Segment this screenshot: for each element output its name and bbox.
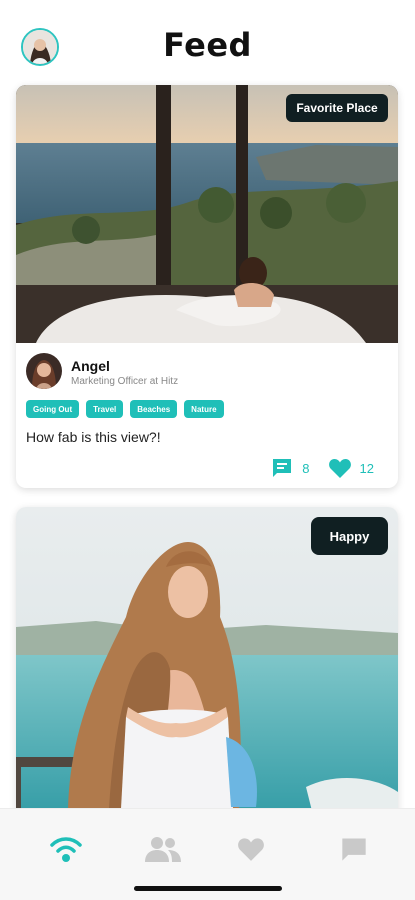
- author-avatar-icon: [26, 353, 62, 389]
- home-indicator[interactable]: [134, 886, 282, 891]
- post-image: [16, 507, 398, 827]
- chat-icon: [342, 838, 366, 861]
- heart-icon: [328, 459, 351, 478]
- post-badge: Favorite Place: [286, 94, 388, 122]
- bottom-nav: [0, 808, 415, 900]
- author-avatar[interactable]: [26, 353, 62, 389]
- post-stats: 8 12: [270, 455, 374, 481]
- like-button[interactable]: [328, 457, 352, 479]
- heart-icon: [238, 838, 264, 861]
- tag-chip[interactable]: Beaches: [130, 400, 178, 418]
- comment-button[interactable]: [270, 456, 294, 480]
- nav-messages[interactable]: [334, 833, 374, 865]
- post-photo[interactable]: Favorite Place: [16, 85, 398, 343]
- author-role: Marketing Officer at Hitz: [71, 376, 179, 387]
- tag-chip[interactable]: Travel: [86, 400, 124, 418]
- feed-icon: [50, 837, 82, 862]
- post-caption: How fab is this view?!: [26, 429, 161, 445]
- like-count: 12: [359, 460, 374, 476]
- nav-feed[interactable]: [46, 833, 86, 865]
- post-card[interactable]: Favorite Place Angel Marketing Officer a…: [16, 85, 398, 488]
- post-tags: Going Out Travel Beaches Nature: [26, 400, 224, 418]
- post-author[interactable]: Angel Marketing Officer at Hitz: [26, 353, 386, 393]
- post-badge: Happy: [311, 517, 388, 555]
- tag-chip[interactable]: Going Out: [26, 400, 80, 418]
- page-title: Feed: [163, 26, 252, 64]
- comment-count: 8: [302, 460, 310, 476]
- post-image: [16, 85, 398, 343]
- people-icon: [145, 837, 181, 862]
- nav-people[interactable]: [143, 833, 183, 865]
- author-name[interactable]: Angel: [71, 358, 110, 374]
- post-photo[interactable]: Happy: [16, 507, 398, 827]
- tag-chip[interactable]: Nature: [184, 400, 224, 418]
- post-card[interactable]: Happy: [16, 507, 398, 827]
- header: Feed: [0, 0, 415, 85]
- comment-icon: [273, 459, 292, 477]
- nav-favorites[interactable]: [231, 833, 271, 865]
